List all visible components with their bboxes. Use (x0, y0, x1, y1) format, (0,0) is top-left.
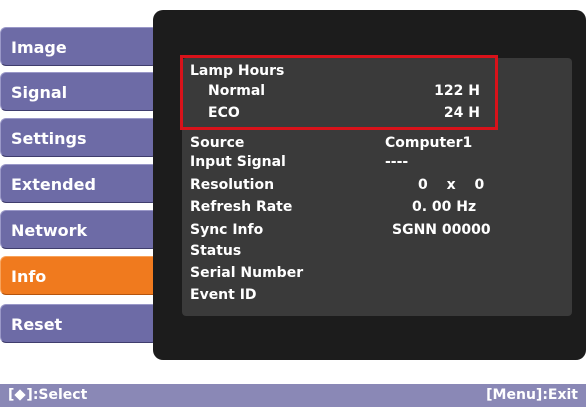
menu-tab-label: Info (11, 267, 47, 286)
resolution-value: 0 x 0 (418, 177, 485, 193)
input-signal-label: Input Signal (190, 154, 286, 170)
menu-tab-settings[interactable]: Settings (0, 118, 158, 157)
sync-info-value: SGNN 00000 (392, 222, 491, 238)
input-signal-value: ---- (385, 154, 409, 170)
info-row-serial-number: Serial Number (190, 262, 560, 284)
serial-number-label: Serial Number (190, 265, 304, 281)
event-id-label: Event ID (190, 287, 257, 303)
menu-tab-label: Signal (11, 83, 68, 102)
info-row-resolution: Resolution 0 x 0 (190, 174, 560, 196)
footer-bar: []:Select [Menu]:Exit (0, 384, 586, 407)
info-row-status: Status (190, 240, 560, 262)
resolution-label: Resolution (190, 177, 275, 193)
menu-tab-label: Extended (11, 175, 96, 194)
menu-tab-label: Settings (11, 129, 87, 148)
lamp-hours-highlight (180, 55, 498, 130)
menu-tab-label: Reset (11, 315, 63, 334)
refresh-rate-label: Refresh Rate (190, 199, 293, 215)
info-row-refresh-rate: Refresh Rate 0. 00 Hz (190, 196, 560, 218)
exit-hint: [Menu]:Exit (486, 387, 578, 403)
status-label: Status (190, 243, 242, 259)
select-hint-label: :Select (32, 387, 88, 403)
select-diamond-icon (14, 389, 27, 401)
info-row-event-id: Event ID (190, 284, 560, 306)
menu-tab-network[interactable]: Network (0, 210, 158, 249)
menu-tab-signal[interactable]: Signal (0, 72, 158, 111)
menu-tab-extended[interactable]: Extended (0, 164, 158, 203)
menu-tab-label: Network (11, 221, 88, 240)
sync-info-label: Sync Info (190, 222, 264, 238)
info-row-input-signal: Input Signal ---- (190, 151, 560, 173)
refresh-rate-value: 0. 00 Hz (412, 199, 477, 215)
menu-tab-info[interactable]: Info (0, 256, 164, 295)
menu-tab-reset[interactable]: Reset (0, 304, 158, 343)
menu-tab-image[interactable]: Image (0, 27, 158, 66)
select-hint: []:Select (8, 387, 88, 403)
info-row-sync-info: Sync Info SGNN 00000 (190, 219, 560, 241)
menu-tab-label: Image (11, 38, 67, 57)
